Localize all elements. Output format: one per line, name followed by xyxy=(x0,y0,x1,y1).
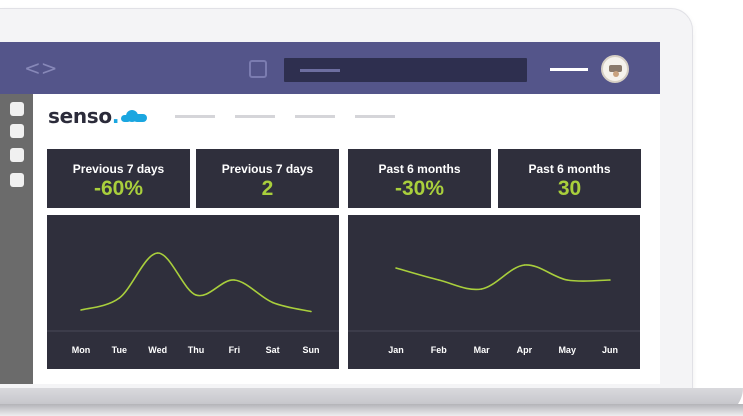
x-tick-label: Sun xyxy=(303,345,320,355)
stat-card-4: Past 6 months 30 xyxy=(498,149,641,208)
data-point xyxy=(609,279,611,281)
brand-name: senso xyxy=(48,104,112,128)
nav-item-2[interactable] xyxy=(235,115,275,118)
monthly-chart: Jan Feb Mar Apr May Jun xyxy=(348,215,640,369)
sidebar-item-1[interactable] xyxy=(10,102,24,116)
series-line xyxy=(395,264,611,291)
sidebar xyxy=(0,94,33,384)
x-tick-label: Apr xyxy=(517,345,533,355)
stat-label: Past 6 months xyxy=(378,162,461,176)
x-tick-label: Mon xyxy=(72,345,91,355)
nav-item-1[interactable] xyxy=(175,115,215,118)
nav-item-3[interactable] xyxy=(295,115,335,118)
stat-label: Previous 7 days xyxy=(72,162,165,176)
x-tick-label: Mar xyxy=(474,345,491,355)
top-bar: <> xyxy=(0,42,660,94)
stat-label: Past 6 months xyxy=(528,162,611,176)
data-point xyxy=(195,294,197,296)
stat-value: 30 xyxy=(557,177,582,200)
data-point xyxy=(233,279,236,281)
nav-item-4[interactable] xyxy=(355,115,395,118)
data-point xyxy=(438,279,440,281)
data-point xyxy=(480,288,483,290)
address-bar[interactable] xyxy=(284,58,527,82)
series-line xyxy=(80,252,312,313)
data-point xyxy=(118,297,121,299)
sidebar-item-2[interactable] xyxy=(10,124,24,138)
stat-value: -30% xyxy=(394,177,445,200)
sidebar-item-4[interactable] xyxy=(10,173,24,187)
x-tick-label: Sat xyxy=(266,345,280,355)
data-point xyxy=(310,310,312,313)
sidebar-item-3[interactable] xyxy=(10,148,24,162)
data-point xyxy=(566,279,568,281)
x-tick-label: Jun xyxy=(602,345,618,355)
stat-value: 2 xyxy=(261,177,274,200)
stat-card-1: Previous 7 days -60% xyxy=(47,149,190,208)
stat-label: Previous 7 days xyxy=(221,162,314,176)
address-placeholder-line xyxy=(300,69,340,72)
x-tick-label: May xyxy=(558,345,576,355)
code-icon[interactable]: <> xyxy=(24,57,60,79)
avatar[interactable] xyxy=(601,55,629,83)
x-tick-label: Feb xyxy=(431,345,448,355)
menu-icon[interactable] xyxy=(550,68,588,71)
data-point xyxy=(80,309,82,311)
x-tick-label: Wed xyxy=(148,345,167,355)
x-tick-label: Jan xyxy=(388,345,404,355)
weekly-chart-svg: Mon Tue Wed Thu Fri Sat Sun xyxy=(47,252,339,355)
x-tick-label: Fri xyxy=(229,345,241,355)
app-screen: <> senso. Previous 7 days -60% Previous … xyxy=(0,42,660,384)
data-point xyxy=(271,301,274,304)
stat-card-3: Past 6 months -30% xyxy=(348,149,491,208)
brand-logo[interactable]: senso. xyxy=(48,104,148,128)
cloud-icon xyxy=(121,110,148,122)
window-icon[interactable] xyxy=(249,60,267,78)
stat-value: -60% xyxy=(93,177,144,200)
data-point xyxy=(523,264,526,266)
x-tick-label: Thu xyxy=(188,345,205,355)
data-point xyxy=(156,252,159,254)
stat-card-2: Previous 7 days 2 xyxy=(196,149,339,208)
weekly-chart: Mon Tue Wed Thu Fri Sat Sun xyxy=(47,215,339,369)
brand-dot: . xyxy=(111,104,120,128)
data-point xyxy=(395,267,397,269)
monthly-chart-svg: Jan Feb Mar Apr May Jun xyxy=(348,264,640,355)
laptop-base-shadow xyxy=(0,404,743,416)
x-tick-label: Tue xyxy=(112,345,127,355)
